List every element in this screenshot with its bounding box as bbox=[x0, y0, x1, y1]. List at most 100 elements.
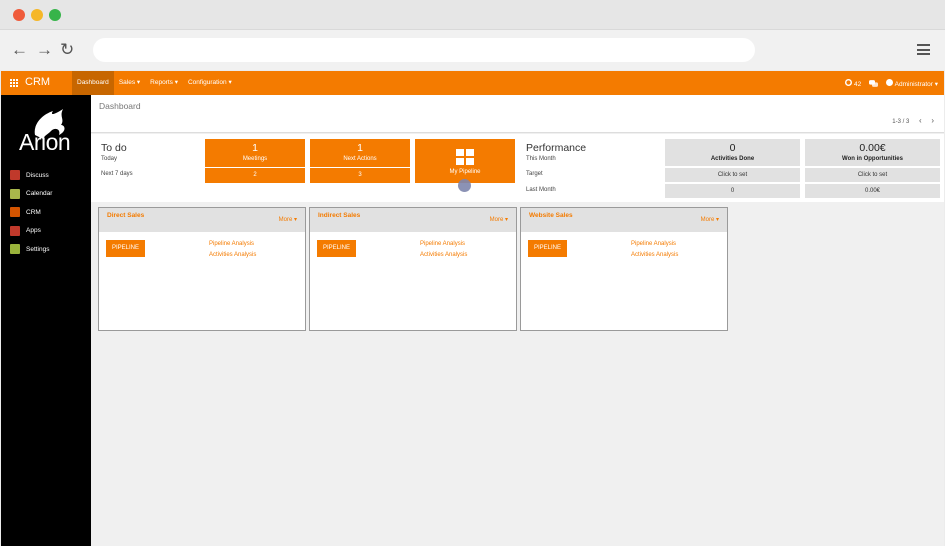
panel-more-dropdown[interactable]: More ▾ bbox=[279, 216, 297, 223]
activities-target-cell[interactable]: Click to set bbox=[665, 168, 800, 182]
next-actions-next-count[interactable]: 3 bbox=[310, 167, 410, 183]
my-pipeline-label: My Pipeline bbox=[449, 169, 481, 175]
page-title: Dashboard bbox=[99, 101, 141, 111]
sidebar-item-crm[interactable]: CRM bbox=[10, 203, 52, 222]
pipeline-analysis-link[interactable]: Pipeline Analysis bbox=[209, 241, 254, 247]
chat-icon[interactable] bbox=[869, 79, 879, 87]
todo-today-label: Today bbox=[101, 156, 118, 162]
sidebar-item-label: Calendar bbox=[26, 190, 53, 198]
activities-analysis-link[interactable]: Activities Analysis bbox=[631, 252, 678, 258]
pager-next-icon[interactable]: › bbox=[931, 116, 934, 125]
calendar-icon bbox=[10, 188, 20, 199]
close-window-icon[interactable] bbox=[13, 9, 25, 21]
apps-grid-icon[interactable] bbox=[9, 78, 18, 87]
activity-count: 42 bbox=[853, 80, 862, 88]
sales-team-panel: Direct Sales More ▾ PIPELINE Pipeline An… bbox=[98, 207, 306, 331]
meetings-count: 1 bbox=[252, 142, 258, 154]
sidebar-item-apps[interactable]: Apps bbox=[10, 222, 52, 241]
dashboard-header: Dashboard 1-3 / 3 ‹ › bbox=[91, 95, 944, 133]
won-opportunities-box: 0.00€ Won in Opportunities bbox=[805, 139, 940, 166]
meetings-box[interactable]: 1 Meetings 2 bbox=[205, 139, 305, 183]
user-name: Administrator ▾ bbox=[894, 80, 938, 88]
my-pipeline-box[interactable]: My Pipeline bbox=[415, 139, 515, 183]
gear-icon bbox=[845, 78, 853, 86]
sidebar-item-label: Discuss bbox=[26, 171, 49, 179]
meetings-label: Meetings bbox=[242, 156, 268, 162]
crm-chart-icon bbox=[10, 207, 20, 218]
activities-done-value: 0 bbox=[729, 142, 736, 154]
user-icon bbox=[886, 78, 894, 86]
next-actions-label: Next Actions bbox=[343, 156, 377, 162]
todo-next7-label: Next 7 days bbox=[101, 171, 133, 177]
dashboard-summary: To do Today Next 7 days 1 Meetings 2 1 N… bbox=[91, 134, 944, 202]
sidebar-item-label: CRM bbox=[26, 208, 41, 216]
mouse-cursor-indicator bbox=[458, 179, 471, 192]
next-actions-box[interactable]: 1 Next Actions 3 bbox=[310, 139, 410, 183]
sidebar-item-calendar[interactable]: Calendar bbox=[10, 185, 52, 204]
activities-analysis-link[interactable]: Activities Analysis bbox=[209, 252, 256, 258]
hamburger-menu-icon[interactable] bbox=[917, 44, 930, 55]
panel-title[interactable]: Indirect Sales bbox=[318, 212, 360, 219]
crm-app: CRM Dashboard Sales ▾ Reports ▾ Configur… bbox=[1, 71, 944, 546]
menu-configuration[interactable]: Configuration ▾ bbox=[183, 71, 237, 95]
won-opportunities-value: 0.00€ bbox=[859, 142, 886, 154]
pager-prev-icon[interactable]: ‹ bbox=[919, 116, 922, 125]
menu-sales[interactable]: Sales ▾ bbox=[114, 71, 145, 95]
panel-more-dropdown[interactable]: More ▾ bbox=[701, 216, 719, 223]
logo-text: Arion bbox=[19, 129, 71, 155]
panel-title[interactable]: Website Sales bbox=[529, 212, 573, 219]
settings-gear-icon bbox=[10, 244, 20, 255]
app-brand[interactable]: CRM bbox=[25, 76, 50, 88]
sidebar: Arion Discuss Calendar CRM Apps Settings bbox=[1, 95, 91, 546]
won-target-cell[interactable]: Click to set bbox=[805, 168, 940, 182]
window-titlebar bbox=[0, 0, 945, 30]
minimize-window-icon[interactable] bbox=[31, 9, 43, 21]
browser-navbar: ← → ↻ bbox=[0, 30, 945, 70]
activities-analysis-link[interactable]: Activities Analysis bbox=[420, 252, 467, 258]
browser-chrome: ← → ↻ bbox=[0, 0, 945, 70]
forward-arrow-icon[interactable]: → bbox=[36, 40, 53, 60]
sidebar-menu: Discuss Calendar CRM Apps Settings bbox=[10, 166, 52, 259]
back-arrow-icon[interactable]: ← bbox=[11, 40, 28, 60]
top-navbar: CRM Dashboard Sales ▾ Reports ▾ Configur… bbox=[1, 71, 944, 95]
activities-last-month-cell: 0 bbox=[665, 184, 800, 198]
perf-target-label: Target bbox=[526, 171, 543, 177]
menu-dashboard[interactable]: Dashboard bbox=[72, 71, 114, 95]
pipeline-analysis-link[interactable]: Pipeline Analysis bbox=[631, 241, 676, 247]
pipeline-button[interactable]: PIPELINE bbox=[106, 240, 145, 257]
pager-value: 1-3 / 3 bbox=[892, 119, 910, 125]
activities-done-box: 0 Activities Done bbox=[665, 139, 800, 166]
address-bar[interactable] bbox=[93, 38, 755, 62]
won-last-month-cell: 0.00€ bbox=[805, 184, 940, 198]
pager: 1-3 / 3 ‹ › bbox=[892, 116, 934, 125]
menu-reports[interactable]: Reports ▾ bbox=[145, 71, 183, 95]
activity-indicator[interactable]: 42 bbox=[845, 78, 862, 88]
sales-team-panel: Indirect Sales More ▾ PIPELINE Pipeline … bbox=[309, 207, 517, 331]
meetings-next-count[interactable]: 2 bbox=[205, 167, 305, 183]
panel-title[interactable]: Direct Sales bbox=[107, 212, 144, 219]
sidebar-item-label: Settings bbox=[26, 245, 50, 253]
discuss-icon bbox=[10, 170, 20, 181]
pipeline-grid-icon bbox=[456, 149, 474, 165]
performance-title: Performance bbox=[526, 142, 587, 154]
sidebar-item-label: Apps bbox=[26, 227, 41, 235]
pipeline-button[interactable]: PIPELINE bbox=[317, 240, 356, 257]
panel-header: Website Sales More ▾ bbox=[521, 208, 727, 232]
sidebar-item-discuss[interactable]: Discuss bbox=[10, 166, 52, 185]
sidebar-item-settings[interactable]: Settings bbox=[10, 240, 52, 259]
sales-team-panel: Website Sales More ▾ PIPELINE Pipeline A… bbox=[520, 207, 728, 331]
reload-icon[interactable]: ↻ bbox=[60, 40, 74, 60]
main-content: Dashboard 1-3 / 3 ‹ › To do Today Next 7… bbox=[91, 95, 944, 546]
panel-header: Indirect Sales More ▾ bbox=[310, 208, 516, 232]
perf-last-month-label: Last Month bbox=[526, 187, 556, 193]
user-menu[interactable]: Administrator ▾ bbox=[886, 78, 938, 88]
apps-icon bbox=[10, 225, 20, 236]
pipeline-analysis-link[interactable]: Pipeline Analysis bbox=[420, 241, 465, 247]
todo-title: To do bbox=[101, 142, 127, 154]
top-right-tools: 42 Administrator ▾ bbox=[845, 71, 938, 95]
pipeline-button[interactable]: PIPELINE bbox=[528, 240, 567, 257]
panel-more-dropdown[interactable]: More ▾ bbox=[490, 216, 508, 223]
panel-header: Direct Sales More ▾ bbox=[99, 208, 305, 232]
next-actions-count: 1 bbox=[357, 142, 363, 154]
maximize-window-icon[interactable] bbox=[49, 9, 61, 21]
